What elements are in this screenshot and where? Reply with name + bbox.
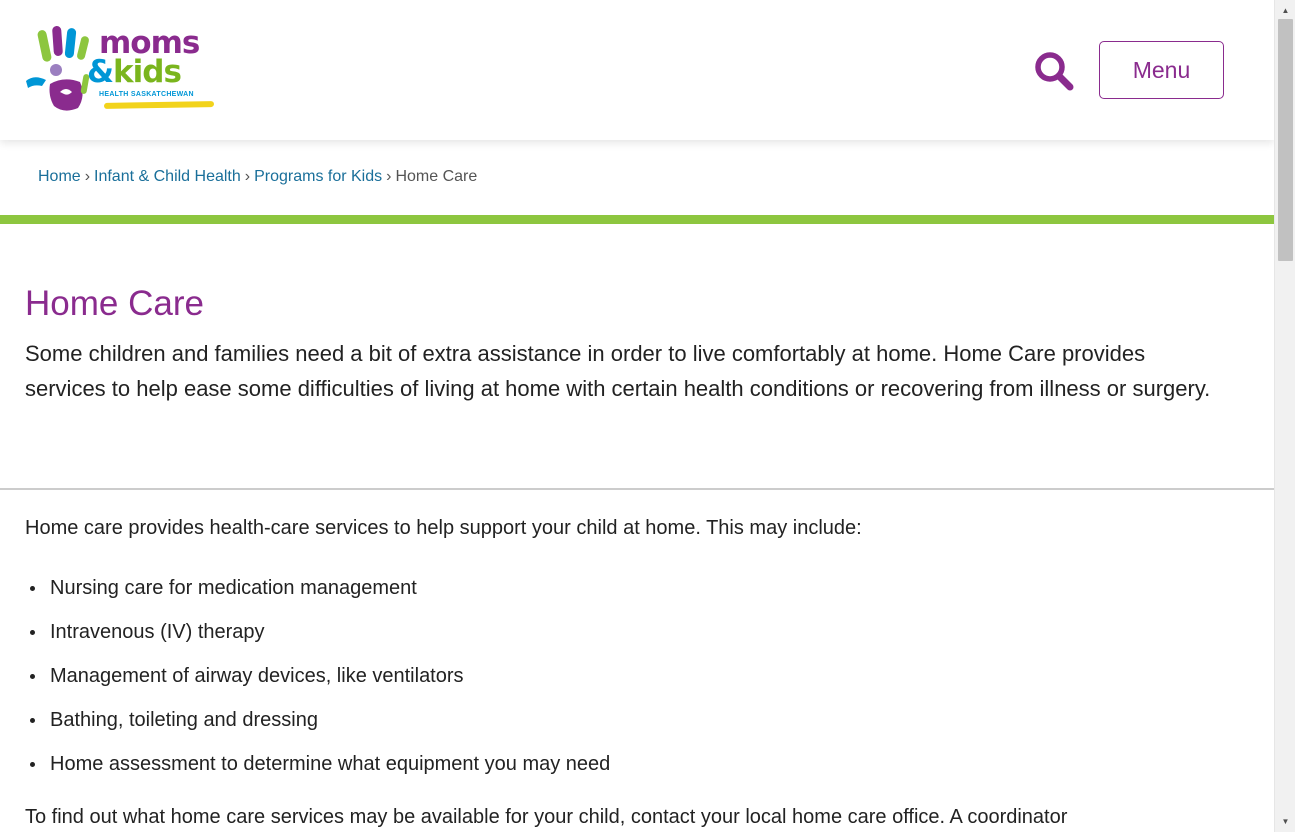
content-divider [0,488,1274,490]
logo-swoosh [103,101,215,109]
breadcrumb-link-infant-child-health[interactable]: Infant & Child Health [94,168,241,185]
logo-subtitle: HEALTH SASKATCHEWAN [99,91,194,98]
services-list: Nursing care for medication management I… [25,574,610,794]
page: moms &kids HEALTH SASKATCHEWAN Menu Home… [0,0,1274,832]
services-lead-text: Home care provides health-care services … [25,517,862,539]
intro-paragraph: Some children and families need a bit of… [25,341,1211,401]
list-item: Management of airway devices, like venti… [25,662,610,706]
list-item: Intravenous (IV) therapy [25,618,610,662]
scroll-down-arrow-icon[interactable]: ▼ [1275,813,1295,830]
vertical-scrollbar[interactable]: ▲ ▼ [1274,0,1295,832]
search-button[interactable] [1032,48,1076,92]
breadcrumb-current: Home Care [395,168,478,185]
menu-button[interactable]: Menu [1099,41,1224,99]
logo-kids-text: &kids [87,54,182,90]
scrollbar-thumb[interactable] [1278,19,1293,261]
section-accent-bar [0,215,1274,224]
breadcrumb-separator: › [244,168,251,185]
page-title: Home Care [25,284,204,323]
breadcrumb-separator: › [386,168,392,185]
hand-logo-icon [26,25,90,111]
scroll-up-arrow-icon[interactable]: ▲ [1275,2,1295,19]
moms-and-kids-logo[interactable]: moms &kids HEALTH SASKATCHEWAN [24,24,216,114]
search-icon [1035,52,1074,91]
list-item: Home assessment to determine what equipm… [25,750,610,794]
logo-ampersand: & [87,54,114,90]
breadcrumb-separator: › [84,168,91,185]
contact-paragraph: To find out what home care services may … [25,806,1068,828]
site-header: moms &kids HEALTH SASKATCHEWAN Menu [0,0,1274,140]
breadcrumb: Home › Infant & Child Health › Programs for … [38,168,477,186]
list-item: Bathing, toileting and dressing [25,706,610,750]
list-item: Nursing care for medication management [25,574,610,618]
logo-kids-word: kids [113,54,182,90]
breadcrumb-link-home[interactable]: Home [38,168,81,185]
breadcrumb-link-programs-for-kids[interactable]: Programs for Kids [254,168,382,185]
